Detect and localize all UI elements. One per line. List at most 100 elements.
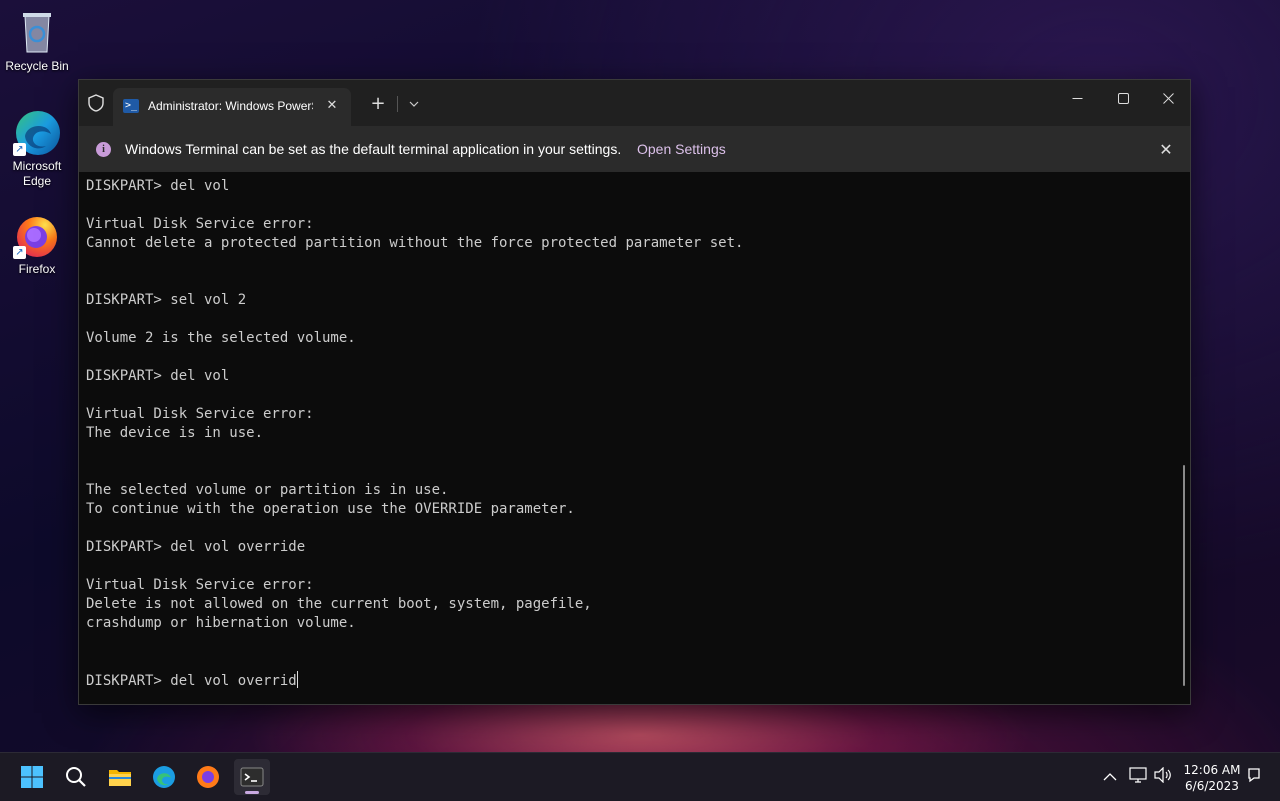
minimize-icon: [1072, 98, 1082, 99]
network-button[interactable]: [1128, 767, 1148, 787]
info-icon: i: [96, 142, 111, 157]
desktop-icon-label: Firefox: [18, 262, 56, 276]
chevron-down-icon: [409, 101, 419, 107]
console-line-text: Volume 2 is the selected volume.: [86, 330, 356, 346]
titlebar-divider: [397, 96, 398, 112]
console-line-text: DISKPART> del vol overrid: [86, 673, 297, 689]
edge-icon: ↗: [13, 108, 61, 156]
console-line-text: Virtual Disk Service error:: [86, 577, 314, 593]
console-line: Virtual Disk Service error:: [86, 215, 1176, 234]
console-line: Virtual Disk Service error:: [86, 405, 1176, 424]
chevron-up-icon: [1103, 773, 1117, 781]
console-line: DISKPART> del vol override: [86, 538, 1176, 557]
firefox-taskbar-button[interactable]: [190, 759, 226, 795]
terminal-window: >_ Administrator: Windows PowerShell ✕ +…: [78, 79, 1191, 705]
file-explorer-button[interactable]: [102, 759, 138, 795]
shortcut-arrow-icon: ↗: [13, 246, 26, 259]
console-prompt-line: DISKPART> del vol overrid: [86, 671, 1176, 690]
console-line: DISKPART> del vol: [86, 177, 1176, 196]
console-line-text: Virtual Disk Service error:: [86, 406, 314, 422]
console-line-text: To continue with the operation use the O…: [86, 501, 575, 517]
edge-icon: [153, 766, 175, 788]
infobar-message: Windows Terminal can be set as the defau…: [125, 141, 622, 157]
console-line: Delete is not allowed on the current boo…: [86, 595, 1176, 614]
console-line: Virtual Disk Service error:: [86, 576, 1176, 595]
clock-date: 6/6/2023: [1185, 779, 1239, 793]
infobar-close-button[interactable]: ✕: [1154, 138, 1178, 162]
desktop-icon-edge[interactable]: ↗ Microsoft Edge: [4, 108, 70, 189]
minimize-button[interactable]: [1054, 80, 1100, 120]
tab-powershell[interactable]: >_ Administrator: Windows PowerShell ✕: [113, 88, 351, 126]
search-icon: [66, 767, 86, 787]
open-settings-link[interactable]: Open Settings: [637, 141, 726, 158]
profile-dropdown-button[interactable]: [403, 92, 425, 116]
close-icon: [1162, 93, 1174, 104]
notifications-button[interactable]: [1244, 767, 1264, 787]
powershell-icon: >_: [123, 99, 139, 113]
volume-button[interactable]: [1153, 766, 1173, 787]
console-line-text: The selected volume or partition is in u…: [86, 482, 449, 498]
console-line: To continue with the operation use the O…: [86, 500, 1176, 519]
clock[interactable]: 12:06 AM 6/6/2023: [1183, 762, 1241, 794]
clock-time: 12:06 AM: [1183, 763, 1241, 777]
console-line: crashdump or hibernation volume.: [86, 614, 1176, 633]
console-line-text: Delete is not allowed on the current boo…: [86, 596, 592, 612]
new-tab-button[interactable]: +: [365, 92, 391, 116]
maximize-button[interactable]: [1100, 80, 1146, 120]
firefox-icon: ↗: [13, 211, 61, 259]
console-line: The selected volume or partition is in u…: [86, 481, 1176, 500]
network-icon: [1129, 767, 1147, 783]
start-button[interactable]: [14, 759, 50, 795]
scrollbar-thumb[interactable]: [1183, 465, 1185, 686]
console-line-text: Virtual Disk Service error:: [86, 216, 314, 232]
close-window-button[interactable]: [1145, 80, 1191, 120]
start-icon: [21, 766, 43, 788]
console-line-text: DISKPART> sel vol 2: [86, 292, 247, 308]
desktop-icon-firefox[interactable]: ↗ Firefox: [4, 211, 70, 277]
console-line: The device is in use.: [86, 424, 1176, 443]
console-output[interactable]: DISKPART> del vol Virtual Disk Service er…: [86, 177, 1176, 697]
desktop-icon-label: Microsoft Edge: [12, 159, 62, 188]
desktop-icon-label: Recycle Bin: [5, 59, 69, 73]
console-line-text: DISKPART> del vol: [86, 368, 230, 384]
search-button[interactable]: [58, 759, 94, 795]
console-line: DISKPART> sel vol 2: [86, 291, 1176, 310]
active-indicator: [245, 791, 259, 794]
text-cursor: [296, 671, 298, 688]
title-bar[interactable]: >_ Administrator: Windows PowerShell ✕ +: [79, 80, 1190, 126]
notification-icon: [1248, 768, 1260, 783]
console-line-text: DISKPART> del vol: [86, 178, 230, 194]
shortcut-arrow-icon: ↗: [13, 143, 26, 156]
console-line: DISKPART> del vol: [86, 367, 1176, 386]
desktop-icon-recycle-bin[interactable]: Recycle Bin: [4, 8, 70, 74]
tab-title: Administrator: Windows PowerShell: [148, 99, 313, 113]
edge-taskbar-button[interactable]: [146, 759, 182, 795]
console-line-text: The device is in use.: [86, 425, 264, 441]
maximize-icon: [1117, 93, 1129, 104]
terminal-icon: [240, 767, 264, 787]
terminal-taskbar-button[interactable]: [234, 759, 270, 795]
speaker-icon: [1154, 766, 1171, 784]
firefox-icon: [197, 766, 219, 788]
console-line: Volume 2 is the selected volume.: [86, 329, 1176, 348]
console-line-text: Cannot delete a protected partition with…: [86, 235, 744, 251]
console-line-text: crashdump or hibernation volume.: [86, 615, 356, 631]
taskbar: 12:06 AM 6/6/2023: [0, 752, 1280, 801]
close-tab-button[interactable]: ✕: [321, 95, 343, 117]
show-hidden-icons-button[interactable]: [1100, 767, 1120, 787]
default-terminal-infobar: i Windows Terminal can be set as the def…: [79, 126, 1190, 172]
console-line-text: DISKPART> del vol override: [86, 539, 306, 555]
file-explorer-icon: [109, 770, 131, 786]
